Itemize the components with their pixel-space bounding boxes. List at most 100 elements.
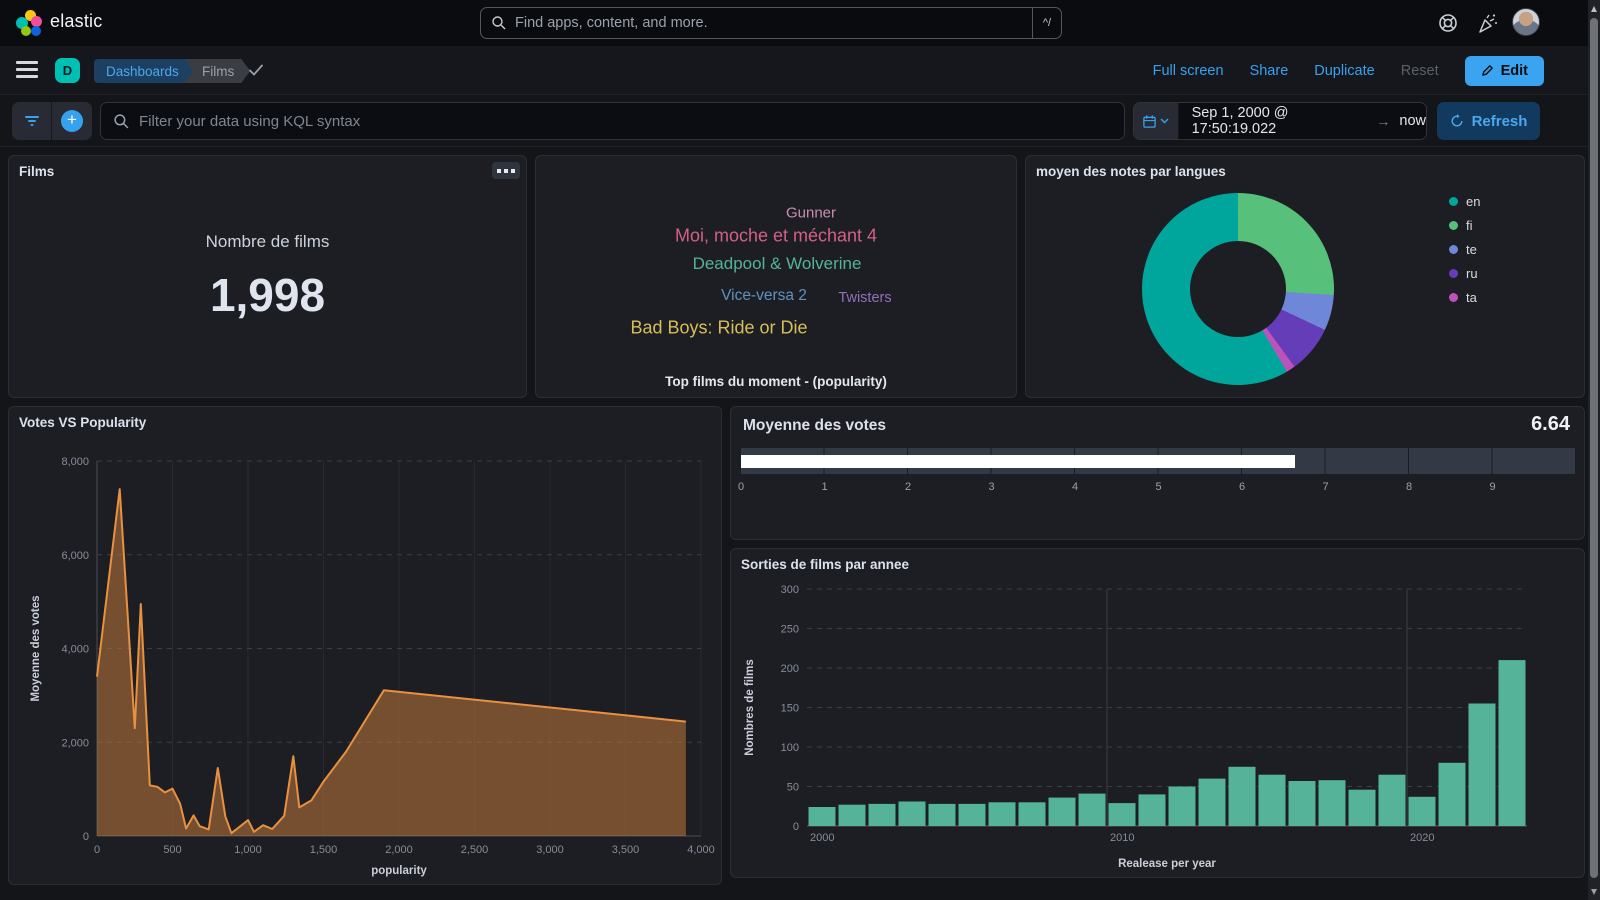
svg-text:4,000: 4,000	[61, 644, 89, 656]
legend-item[interactable]: ru	[1449, 266, 1480, 281]
time-start-value[interactable]: Sep 1, 2000 @ 17:50:19.022	[1192, 105, 1368, 137]
svg-text:100: 100	[781, 742, 799, 754]
breadcrumb-dashboards[interactable]: Dashboards	[94, 59, 195, 83]
legend-item[interactable]: fi	[1449, 218, 1480, 233]
scrollbar-thumb[interactable]	[1590, 18, 1598, 878]
legend-label: ru	[1466, 266, 1478, 281]
panel-films-metric: Films Nombre de films 1,998	[8, 155, 527, 398]
metric-visualization: Nombre de films 1,998	[9, 156, 526, 397]
gauge-tick-label: 8	[1406, 481, 1412, 493]
legend-label: te	[1466, 242, 1477, 257]
svg-text:Moyenne des votes: Moyenne des votes	[30, 595, 42, 701]
legend-dot-icon	[1449, 245, 1458, 254]
gauge-tick-label: 4	[1072, 481, 1078, 493]
elastic-logo-icon[interactable]	[16, 10, 42, 36]
panel-average-votes-gauge: Moyenne des votes 6.64 0123456789	[730, 406, 1585, 540]
legend-item[interactable]: te	[1449, 242, 1480, 257]
legend-item[interactable]: ta	[1449, 290, 1480, 305]
svg-text:Nombres de films: Nombres de films	[744, 659, 756, 756]
elastic-logo-text[interactable]: elastic	[50, 11, 102, 32]
search-icon	[491, 15, 507, 31]
svg-text:2000: 2000	[810, 832, 834, 844]
bar-chart[interactable]: 050100150200250300200020102020Realease p…	[731, 549, 1584, 877]
saved-check-icon	[248, 63, 264, 77]
donut-chart[interactable]	[1142, 193, 1334, 385]
svg-text:2,000: 2,000	[61, 737, 89, 749]
calendar-menu-button[interactable]	[1134, 103, 1179, 139]
gauge-tick-label: 6	[1239, 481, 1245, 493]
duplicate-button[interactable]: Duplicate	[1314, 63, 1374, 79]
global-search-bar[interactable]: Find apps, content, and more. ^/	[480, 7, 1062, 39]
tag-cloud-caption: Top films du moment - (popularity)	[536, 374, 1016, 389]
svg-text:3,500: 3,500	[612, 844, 640, 856]
svg-text:150: 150	[781, 703, 799, 715]
scroll-up-arrow-icon[interactable]	[1591, 6, 1597, 12]
legend-label: en	[1466, 194, 1480, 209]
tag-cloud-item[interactable]: Twisters	[838, 290, 891, 306]
menu-hamburger-icon[interactable]	[16, 61, 38, 79]
query-toolbar: + Sep 1, 2000 @ 17:50	[0, 95, 1600, 147]
svg-text:250: 250	[781, 624, 799, 636]
panel-tag-cloud: Gunner Moi, moche et méchant 4 Deadpool & …	[535, 155, 1017, 398]
page-scrollbar[interactable]	[1588, 0, 1600, 900]
svg-text:4,000: 4,000	[687, 844, 715, 856]
time-arrow-icon: →	[1376, 113, 1390, 129]
svg-text:1,500: 1,500	[310, 844, 338, 856]
add-filter-button[interactable]: +	[52, 102, 92, 140]
tag-cloud-item[interactable]: Moi, moche et méchant 4	[675, 226, 877, 247]
dashboard-top-nav: D Dashboards Films Full screen Share Dup…	[0, 46, 1600, 95]
svg-text:6,000: 6,000	[61, 550, 89, 562]
area-chart[interactable]: 05001,0001,5002,0002,5003,0003,5004,0000…	[9, 407, 721, 884]
filter-funnel-button[interactable]	[12, 102, 52, 140]
plus-icon: +	[61, 110, 83, 132]
gauge-tick-label: 3	[989, 481, 995, 493]
tag-cloud-item[interactable]: Gunner	[786, 205, 836, 222]
global-search-placeholder: Find apps, content, and more.	[515, 15, 1032, 31]
svg-text:0: 0	[83, 831, 89, 843]
panel-votes-vs-popularity: Votes VS Popularity 05001,0001,5002,0002…	[8, 406, 722, 885]
user-avatar[interactable]	[1512, 8, 1540, 36]
calendar-icon	[1142, 114, 1157, 129]
filter-button-group: +	[12, 102, 92, 140]
gauge-tick-label: 9	[1490, 481, 1496, 493]
space-avatar[interactable]: D	[55, 58, 80, 83]
gauge-tick-label: 0	[738, 481, 744, 493]
chevron-down-icon	[1160, 118, 1169, 124]
share-button[interactable]: Share	[1250, 63, 1289, 79]
legend-label: fi	[1466, 218, 1473, 233]
time-end-value[interactable]: now	[1399, 113, 1426, 129]
tag-cloud-item[interactable]: Bad Boys: Ride or Die	[630, 318, 807, 339]
reset-button[interactable]: Reset	[1401, 63, 1439, 79]
svg-text:3,000: 3,000	[536, 844, 564, 856]
svg-text:2010: 2010	[1110, 832, 1134, 844]
panel-films-per-year: Sorties de films par annee 0501001502002…	[730, 548, 1585, 878]
legend-dot-icon	[1449, 221, 1458, 230]
tag-cloud-item[interactable]: Vice-versa 2	[721, 287, 807, 305]
donut-hole	[1190, 241, 1286, 337]
svg-text:500: 500	[163, 844, 181, 856]
refresh-button[interactable]: Refresh	[1437, 102, 1540, 140]
panel-title: Votes VS Popularity	[19, 415, 146, 430]
scroll-down-arrow-icon[interactable]	[1591, 889, 1597, 895]
kibana-dashboard-app: elastic Find apps, content, and more. ^/	[0, 0, 1600, 900]
svg-text:2,000: 2,000	[385, 844, 413, 856]
legend-item[interactable]: en	[1449, 194, 1480, 209]
svg-text:0: 0	[793, 821, 799, 833]
donut-legend: en fi te ru ta	[1449, 194, 1480, 314]
gauge-tick-label: 7	[1323, 481, 1329, 493]
edit-button[interactable]: Edit	[1465, 56, 1544, 86]
svg-text:2,500: 2,500	[461, 844, 489, 856]
search-shortcut-badge: ^/	[1032, 8, 1061, 38]
gauge-title: Moyenne des votes	[743, 417, 886, 435]
panel-title: Sorties de films par annee	[741, 557, 909, 572]
kql-search-bar[interactable]	[100, 102, 1125, 140]
pencil-icon	[1481, 64, 1494, 77]
svg-text:50: 50	[787, 782, 799, 794]
legend-dot-icon	[1449, 269, 1458, 278]
news-party-popper-icon[interactable]	[1477, 12, 1499, 34]
tag-cloud-item[interactable]: Deadpool & Wolverine	[693, 254, 862, 274]
full-screen-button[interactable]: Full screen	[1153, 63, 1224, 79]
help-icon[interactable]	[1437, 12, 1459, 34]
kql-query-input[interactable]	[139, 113, 1112, 130]
svg-text:popularity: popularity	[371, 865, 427, 877]
